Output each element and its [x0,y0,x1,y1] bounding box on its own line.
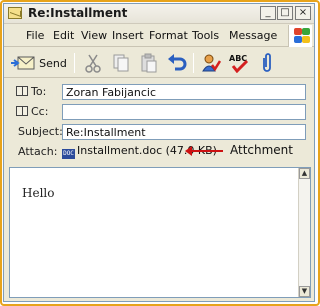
menu-view[interactable]: View [81,29,107,42]
scroll-up-icon[interactable]: ▲ [299,168,310,179]
spelling-button[interactable]: ABC [226,50,252,76]
to-button[interactable]: To: [16,85,46,98]
subject-field[interactable]: Re:Installment [62,124,306,140]
menu-message[interactable]: Message [229,29,277,42]
cut-button[interactable] [80,50,106,76]
copy-icon [113,54,129,72]
address-book-icon [16,86,28,96]
word-document-icon: DOC [62,149,75,159]
send-label: Send [39,56,67,70]
window-title: Re:Installment [28,6,128,20]
address-book-icon [16,106,28,116]
paste-button[interactable] [136,50,162,76]
menu-bar: File Edit View Insert Format Tools Messa… [4,25,314,47]
attachment-item[interactable]: DOC Installment.doc (47.0 KB) [62,144,217,160]
toolbar-separator [193,53,194,73]
subject-label: Subject: [18,125,63,138]
menu-file[interactable]: File [26,29,44,42]
copy-button[interactable] [108,50,134,76]
vertical-scrollbar[interactable]: ▲ ▼ [298,168,310,297]
scroll-down-icon[interactable]: ▼ [299,286,310,297]
attach-icon [263,53,271,72]
menu-insert[interactable]: Insert [112,29,144,42]
menu-edit[interactable]: Edit [53,29,74,42]
paste-icon [141,53,157,73]
toolbar: Send ABC [4,48,314,78]
envelope-icon [8,7,22,19]
message-body-text: Hello [22,186,55,200]
toolbar-separator [74,53,75,73]
message-body[interactable]: Hello ▲ ▼ [9,167,311,298]
windows-logo-icon [288,25,312,47]
check-names-button[interactable] [198,50,224,76]
cc-button[interactable]: Cc: [16,105,48,118]
undo-button[interactable] [164,50,190,76]
send-icon [11,56,35,70]
minimize-button[interactable]: _ [260,6,276,20]
spelling-icon: ABC [229,54,249,73]
to-label: To: [31,85,47,98]
send-button[interactable]: Send [8,50,70,76]
close-button[interactable]: × [295,6,311,20]
cc-label: Cc: [31,105,49,118]
compose-window: Re:Installment _ □ × File Edit View Inse… [3,3,315,302]
check-names-icon [202,54,221,72]
menu-format[interactable]: Format [149,29,188,42]
maximize-button[interactable]: □ [277,6,293,20]
annotation-label: Attchment [230,143,293,157]
title-bar: Re:Installment _ □ × [4,4,314,24]
to-field[interactable]: Zoran Fabijancic [62,84,306,100]
menu-tools[interactable]: Tools [192,29,219,42]
attach-label: Attach: [18,145,58,158]
cc-field[interactable] [62,104,306,120]
attach-button[interactable] [256,50,278,76]
annotation-arrow-icon [185,146,223,156]
undo-icon [168,54,187,71]
cut-icon [85,54,101,73]
